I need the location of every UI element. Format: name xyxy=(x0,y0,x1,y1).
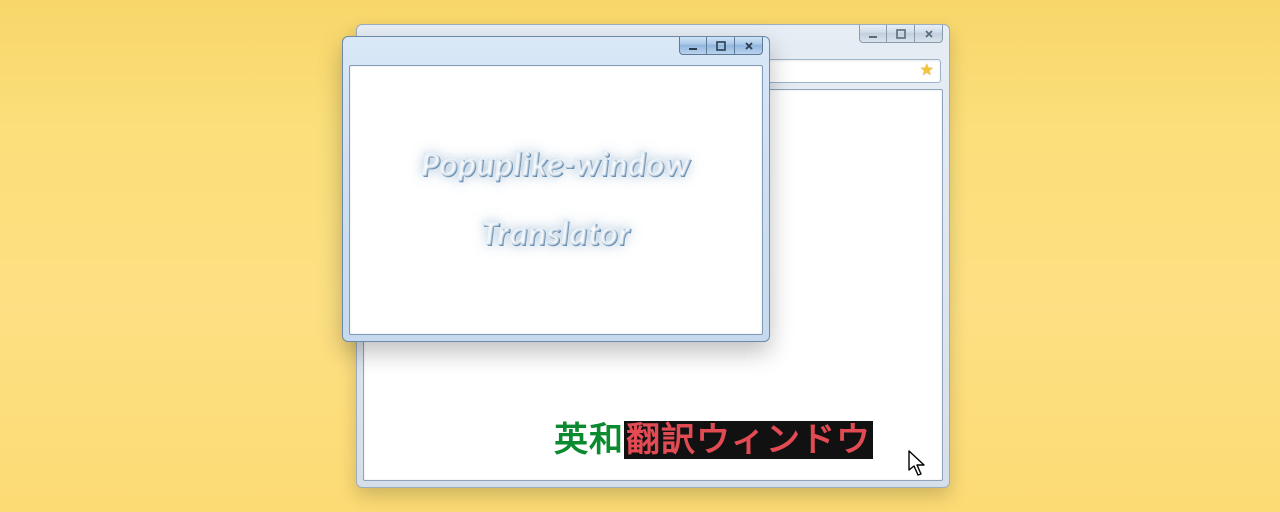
maximize-button[interactable] xyxy=(707,37,735,55)
popup-window: Popuplike-window Translator xyxy=(342,36,770,342)
minimize-button[interactable] xyxy=(859,25,887,43)
close-button[interactable] xyxy=(735,37,763,55)
close-button[interactable] xyxy=(915,25,943,43)
page-heading-jp[interactable]: 英和翻訳ウィンドウ xyxy=(554,412,873,461)
close-icon xyxy=(743,40,755,52)
jp-unselected-text: 英和 xyxy=(554,421,624,459)
popup-title-line1: Popuplike-window xyxy=(421,145,690,186)
desktop-background: ★ 英和翻訳ウィンドウ xyxy=(0,0,1280,512)
star-icon[interactable]: ★ xyxy=(920,63,934,79)
popup-window-controls xyxy=(679,37,763,55)
maximize-icon xyxy=(715,40,727,52)
cursor-icon xyxy=(908,450,928,478)
popup-titlebar[interactable] xyxy=(343,37,769,65)
jp-selected-text: 翻訳ウィンドウ xyxy=(624,421,873,459)
minimize-button[interactable] xyxy=(679,37,707,55)
maximize-icon xyxy=(895,28,907,40)
minimize-icon xyxy=(687,40,699,52)
minimize-icon xyxy=(867,28,879,40)
popup-content: Popuplike-window Translator xyxy=(349,65,763,335)
maximize-button[interactable] xyxy=(887,25,915,43)
browser-window-controls xyxy=(859,25,943,43)
popup-title-line2: Translator xyxy=(481,214,630,255)
close-icon xyxy=(923,28,935,40)
